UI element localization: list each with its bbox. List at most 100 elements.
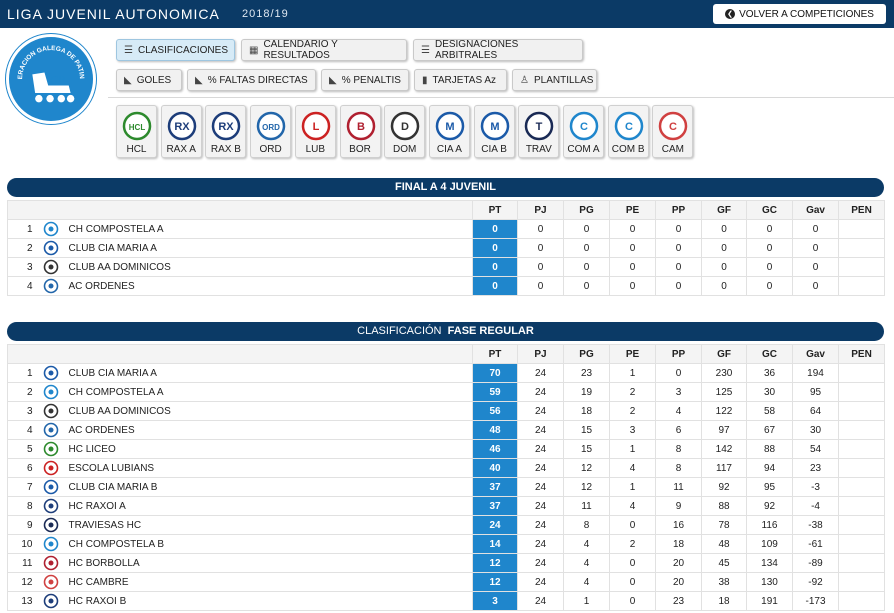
stats-button-3[interactable]: ▮ TARJETAS Az xyxy=(414,69,507,91)
team-tile-hcl[interactable]: HCL HCL xyxy=(116,105,157,158)
team-name[interactable]: AC ORDENES xyxy=(64,420,474,440)
position: 6 xyxy=(7,458,37,478)
team-badge-icon: M xyxy=(480,111,510,141)
stat-pp: 4 xyxy=(655,401,703,421)
team-tile-cia-b[interactable]: M CIA B xyxy=(473,105,515,158)
column-header: PG xyxy=(563,344,611,364)
nav-button-2[interactable]: ☰ DESIGNACIONES ARBITRALES xyxy=(413,39,583,61)
team-tile-dom[interactable]: D DOM xyxy=(384,105,426,158)
chevron-left-circle-icon: ❮ xyxy=(725,9,736,19)
team-tile-com-a[interactable]: C COM A xyxy=(563,105,604,158)
nav-button-0[interactable]: ☰ CLASIFICACIONES xyxy=(116,39,235,61)
team-tile-lub[interactable]: L LUB xyxy=(294,105,336,158)
position: 10 xyxy=(7,534,37,554)
table-row[interactable]: 1 CH COMPOSTELA A00000000 xyxy=(7,219,886,239)
svg-text:FEDERACION GALEGA DE PATINAXE: FEDERACION GALEGA DE PATINAXE xyxy=(9,37,85,79)
team-name[interactable]: HC CAMBRE xyxy=(64,572,474,592)
table-row[interactable]: 1 CLUB CIA MARIA A 70 24 23 1 0 230 36 194 xyxy=(7,363,886,383)
team-name[interactable]: CH COMPOSTELA B xyxy=(64,534,474,554)
stat-gf: 0 xyxy=(701,219,748,239)
stats-button-4[interactable]: ♙ PLANTILLAS xyxy=(512,69,597,91)
table-row[interactable]: 13 HC RAXOI B 3 24 1 0 23 18 191 -173 xyxy=(7,591,886,611)
stat-pe: 0 xyxy=(609,238,657,258)
team-name[interactable]: HC LICEO xyxy=(64,439,474,459)
stat-pt: 0 xyxy=(472,276,519,296)
stat-pp: 11 xyxy=(655,477,703,497)
team-name[interactable]: CH COMPOSTELA A xyxy=(64,219,474,239)
stat-gav: 23 xyxy=(792,458,840,478)
stat-pen xyxy=(838,496,886,516)
back-button-label: VOLVER A COMPETICIONES xyxy=(739,8,874,20)
table-row[interactable]: 10 CH COMPOSTELA B 14 24 4 2 18 48 109 -61 xyxy=(7,534,886,554)
team-tile-cia-a[interactable]: M CIA A xyxy=(428,105,470,158)
stat-pj: 24 xyxy=(517,458,565,478)
stat-pg: 4 xyxy=(563,553,611,573)
stat-pg: 0 xyxy=(563,276,611,296)
stats-button-2[interactable]: ◣ % PENALTIS xyxy=(321,69,409,91)
federation-logo: FEDERACION GALEGA DE PATINAXE GP xyxy=(6,32,96,124)
team-name[interactable]: CLUB CIA MARIA A xyxy=(64,238,474,258)
position: 1 xyxy=(7,363,37,383)
stats-button-label: TARJETAS Az xyxy=(432,74,497,86)
table-row[interactable]: 4 AC ORDENES 0 0 0 0 0 0 0 0 xyxy=(7,276,886,296)
stat-pg: 4 xyxy=(563,572,611,592)
team-tile-rax-b[interactable]: RX RAX B xyxy=(205,105,247,158)
stat-pe: 0 xyxy=(609,219,657,239)
column-header: PEN xyxy=(838,200,886,220)
team-tile-cam[interactable]: C CAM xyxy=(652,105,694,158)
stat-gav: 194 xyxy=(792,363,840,383)
table-row[interactable]: 3 CLUB AA DOMINICOS 56 24 18 2 4 122 58 64 xyxy=(7,401,886,421)
svg-text:D: D xyxy=(401,121,409,133)
team-name[interactable]: CH COMPOSTELA A xyxy=(64,382,474,402)
team-name[interactable]: CLUB AA DOMINICOS xyxy=(64,257,474,277)
team-name[interactable]: AC ORDENES xyxy=(64,276,474,296)
team-name[interactable]: HC RAXOI A xyxy=(64,496,474,516)
team-badge-icon xyxy=(43,574,59,590)
stat-pe: 0 xyxy=(609,553,657,573)
table-row[interactable]: 8 HC RAXOI A 37 24 11 4 9 88 92 -4 xyxy=(7,496,886,516)
stat-pt: 59 xyxy=(472,382,519,402)
stat-pj: 0 xyxy=(517,257,565,277)
stat-pp: 16 xyxy=(655,515,703,535)
stats-button-0[interactable]: ◣ GOLES xyxy=(116,69,182,91)
team-tile-trav[interactable]: T TRAV xyxy=(518,105,560,158)
team-name[interactable]: TRAVIESAS HC xyxy=(64,515,474,535)
team-name[interactable]: CLUB CIA MARIA A xyxy=(64,363,474,383)
stats-button-1[interactable]: ◣ % FALTAS DIRECTAS xyxy=(187,69,316,91)
stat-gav: 30 xyxy=(792,420,840,440)
stat-pj: 24 xyxy=(517,363,565,383)
team-name[interactable]: CLUB AA DOMINICOS xyxy=(64,401,474,421)
table-row[interactable]: 2 CH COMPOSTELA A 59 24 19 2 3 125 30 95 xyxy=(7,382,886,402)
table-row[interactable]: 11 HC BORBOLLA 12 24 4 0 20 45 134 -89 xyxy=(7,553,886,573)
table-row[interactable]: 7 CLUB CIA MARIA B 37 24 12 1 11 92 95 -3 xyxy=(7,477,886,497)
team-name[interactable]: HC RAXOI B xyxy=(64,591,474,611)
table-row[interactable]: 9 TRAVIESAS HC 24 24 8 0 16 78 116 -38 xyxy=(7,515,886,535)
table-row[interactable]: 3 CLUB AA DOMINICOS 0 0 0 0 0 0 0 0 xyxy=(7,257,886,277)
team-name[interactable]: HC BORBOLLA xyxy=(64,553,474,573)
stat-pen xyxy=(838,219,886,239)
stat-pt: 12 xyxy=(472,572,519,592)
team-name[interactable]: ESCOLA LUBIANS xyxy=(64,458,474,478)
table-row[interactable]: 6 ESCOLA LUBIANS 40 24 12 4 8 117 94 23 xyxy=(7,458,886,478)
team-tile-bor[interactable]: B BOR xyxy=(339,105,381,158)
back-to-competitions-button[interactable]: ❮ VOLVER A COMPETICIONES xyxy=(713,4,886,24)
team-tile-rax-a[interactable]: RX RAX A xyxy=(160,105,202,158)
table-row[interactable]: 4 AC ORDENES 48 24 15 3 6 97 67 30 xyxy=(7,420,886,440)
team-name[interactable]: CLUB CIA MARIA B xyxy=(64,477,474,497)
final4-title: FINAL A 4 JUVENIL xyxy=(394,181,497,193)
team-tile-com-b[interactable]: C COM B xyxy=(607,105,649,158)
table-row[interactable]: 2 CLUB CIA MARIA A00000000 xyxy=(7,238,886,258)
stat-pj: 24 xyxy=(517,496,565,516)
team-tile-ord[interactable]: ORD ORD xyxy=(250,105,292,158)
stat-pen xyxy=(838,238,886,258)
column-header: Gav xyxy=(792,200,840,220)
stat-pen xyxy=(838,515,886,535)
table-row[interactable]: 12 HC CAMBRE 12 24 4 0 20 38 130 -92 xyxy=(7,572,886,592)
stat-pt: 46 xyxy=(472,439,519,459)
team-code: COM A xyxy=(567,144,600,155)
nav-button-1[interactable]: ▦ CALENDARIO Y RESULTADOS xyxy=(241,39,407,61)
stat-gc: 191 xyxy=(746,591,794,611)
team-badge-icon xyxy=(43,365,59,381)
table-row[interactable]: 5 HC LICEO 46 24 15 1 8 142 88 54 xyxy=(7,439,886,459)
team-badge-icon: T xyxy=(524,111,554,141)
